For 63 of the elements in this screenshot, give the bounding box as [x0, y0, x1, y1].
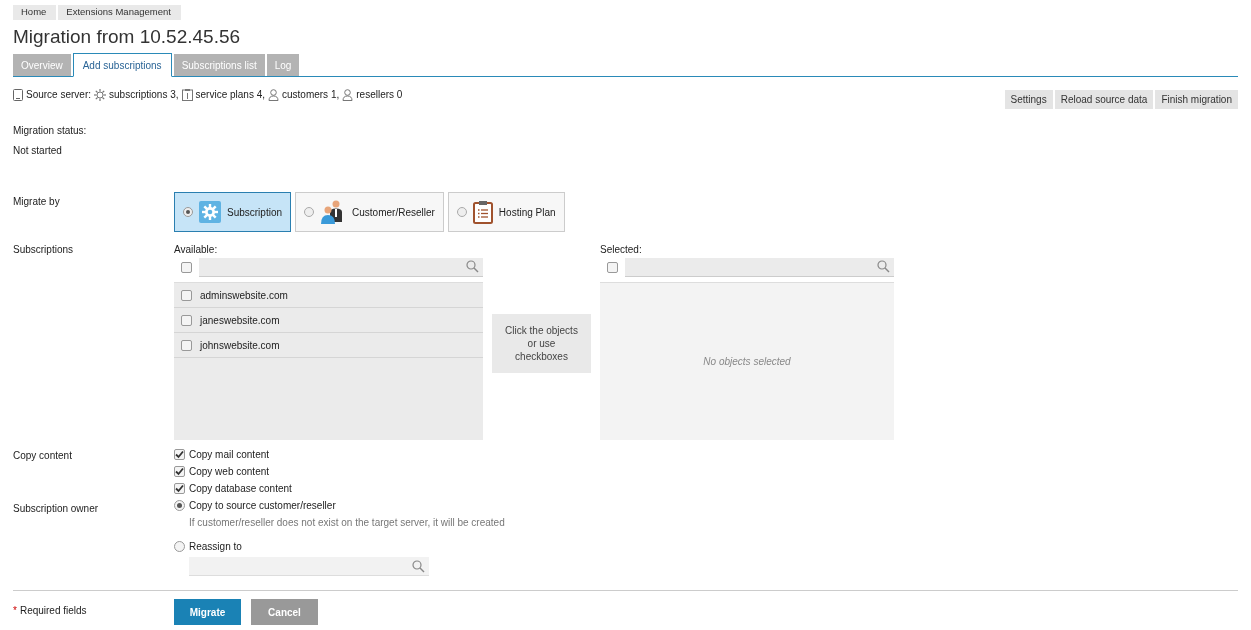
server-icon — [13, 88, 23, 101]
breadcrumb-link[interactable]: Extensions Management — [58, 5, 181, 20]
checkbox[interactable] — [181, 314, 192, 326]
stat-text: service plans 4, — [195, 88, 265, 102]
toolbar-button[interactable]: Finish migration — [1155, 90, 1238, 109]
migrate-by-option[interactable]: Customer/Reseller — [295, 192, 444, 232]
list-item[interactable]: adminswebsite.com — [174, 283, 483, 308]
list-label: Available: — [174, 243, 219, 257]
radio-label: Reassign to — [189, 540, 242, 554]
field-label: Subscriptions — [13, 243, 75, 257]
list-item[interactable]: johnswebsite.com — [174, 333, 483, 358]
radio-label: Copy to source customer/reseller — [189, 499, 336, 513]
search-field[interactable] — [199, 257, 483, 277]
stat-text: customers 1, — [282, 88, 340, 102]
empty-message: No objects selected — [703, 355, 791, 369]
field-label: Subscription owner — [13, 502, 100, 516]
list-item[interactable]: janeswebsite.com — [174, 308, 483, 333]
tab[interactable]: Add subscriptions — [72, 53, 172, 77]
search-icon — [412, 559, 425, 573]
radio-button[interactable] — [174, 541, 185, 552]
document-icon — [181, 88, 193, 101]
breadcrumb-link[interactable]: Home — [13, 5, 57, 20]
page-title: Migration from 10.52.45.56 — [13, 25, 242, 49]
required-fields-note: Required fields — [19, 604, 87, 618]
field-label: Migrate by — [13, 195, 61, 209]
migration-status-label: Migration status: — [13, 124, 88, 138]
hint-panel: Click the objects or use checkboxes — [492, 314, 591, 373]
search-field[interactable] — [189, 557, 429, 576]
radio-indicator — [304, 207, 315, 217]
checkbox[interactable] — [174, 466, 185, 477]
list-label: Selected: — [600, 243, 643, 257]
search-icon — [877, 260, 890, 273]
field-label: Copy content — [13, 449, 73, 463]
search-icon — [466, 260, 479, 273]
checkbox-label: Copy mail content — [189, 448, 270, 462]
checkbox[interactable] — [174, 449, 185, 460]
clipboard-icon — [472, 200, 493, 224]
checkbox-label: Copy database content — [189, 482, 292, 496]
source-server-label: Source server: — [26, 88, 92, 102]
required-mark: * — [13, 604, 17, 618]
migrate-by-option[interactable]: Subscription — [174, 192, 292, 232]
gear-icon — [199, 201, 221, 223]
radio-indicator — [456, 207, 467, 217]
migrate-button[interactable]: Migrate — [174, 599, 241, 625]
checkbox[interactable] — [181, 289, 192, 301]
toolbar-button[interactable]: Reload source data — [1054, 90, 1154, 109]
search-field[interactable] — [625, 257, 894, 277]
migrate-by-option[interactable]: Hosting Plan — [447, 192, 565, 232]
user-icon — [268, 88, 279, 101]
help-text: If customer/reseller does not exist on the target server, it will be created — [189, 516, 505, 530]
select-all-checkbox[interactable] — [181, 261, 192, 273]
select-all-checkbox[interactable] — [607, 261, 618, 273]
radio-indicator — [183, 207, 193, 217]
migration-status-value: Not started — [13, 144, 63, 158]
stat-text: subscriptions 3, — [109, 88, 179, 102]
checkbox[interactable] — [174, 483, 185, 494]
toolbar-button[interactable]: Settings — [1004, 90, 1053, 109]
checkbox-label: Copy web content — [189, 465, 270, 479]
checkbox[interactable] — [181, 339, 192, 351]
stat-text: resellers 0 — [356, 88, 403, 102]
user-icon — [342, 88, 354, 101]
gear-icon — [94, 88, 107, 101]
radio-button[interactable] — [174, 500, 185, 511]
